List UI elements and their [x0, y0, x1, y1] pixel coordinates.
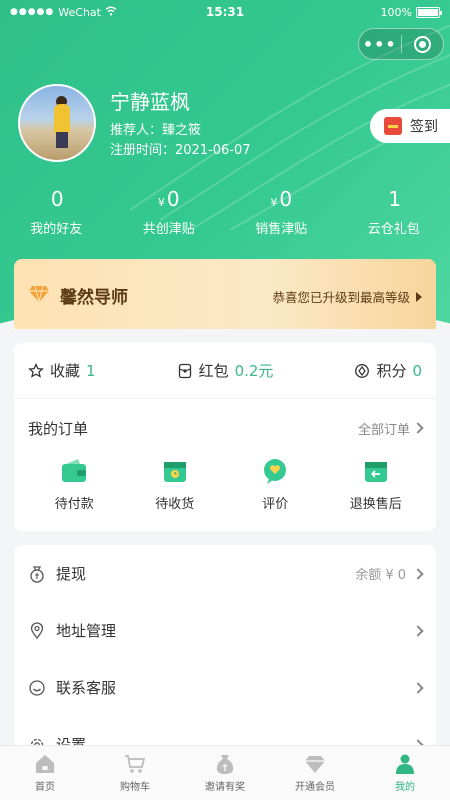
score-label: 积分	[376, 362, 407, 380]
vip-message: 恭喜您已升级到最高等级	[272, 290, 410, 305]
chevron-right-icon	[412, 624, 424, 637]
status-bar: ●●●●● WeChat 15:31 100%	[0, 0, 450, 24]
cart-icon	[125, 755, 146, 773]
bottom-tab-bar: 首页 购物车 邀请有奖 开通会员 我的	[0, 745, 450, 800]
menu-card: 提现 余额 ¥ 0 地址管理 联系客服 设置	[14, 545, 436, 765]
referrer-text: 推荐人：臻之筱	[110, 122, 202, 138]
user-name: 宁静蓝枫	[110, 89, 190, 114]
reward-bag-icon	[216, 755, 234, 774]
points-icon	[355, 363, 370, 378]
score-value: 0	[412, 361, 422, 380]
stat-value: 0	[166, 187, 180, 211]
stat-value: 0	[50, 187, 64, 211]
stat-value: 1	[388, 187, 402, 211]
chevron-right-icon	[412, 681, 424, 694]
all-orders-label: 全部订单	[357, 422, 410, 438]
menu-label: 联系客服	[56, 679, 117, 697]
chevron-right-icon	[412, 422, 424, 434]
wallet-icon	[62, 459, 87, 482]
money-bag-icon	[30, 565, 44, 583]
stat-label: 共创津贴	[142, 222, 195, 237]
favorites-value: 1	[86, 361, 96, 380]
stat-prefix: ¥	[157, 196, 165, 209]
stats-row: 0 我的好友 ¥0 共创津贴 ¥0 销售津贴 1 云仓礼包	[0, 186, 450, 237]
tab-label: 我的	[395, 782, 415, 793]
favorites-item[interactable]: 收藏 1	[28, 360, 96, 381]
redpack-label: 红包	[198, 362, 229, 380]
tab-cart[interactable]: 购物车	[90, 746, 180, 800]
redpack-icon	[178, 363, 191, 378]
chevron-right-icon	[412, 567, 424, 580]
orders-title: 我的订单	[28, 419, 89, 438]
order-pending-payment[interactable]: 待付款	[24, 457, 125, 512]
order-label: 待收货	[155, 497, 195, 512]
orders-header: 我的订单 全部订单	[14, 399, 436, 457]
vip-banner[interactable]: 馨然导师 恭喜您已升级到最高等级	[14, 259, 436, 329]
stat-prefix: ¥	[270, 196, 278, 209]
package-icon	[163, 462, 186, 482]
all-orders-link[interactable]: 全部订单	[357, 419, 424, 438]
diamond-icon	[29, 285, 49, 303]
tab-label: 开通会员	[295, 782, 335, 793]
more-options-button[interactable]: •••	[359, 35, 401, 54]
tab-label: 购物车	[120, 782, 150, 793]
miniprogram-capsule: •••	[358, 28, 444, 60]
stat-label: 云仓礼包	[367, 222, 420, 237]
user-icon	[396, 754, 414, 774]
tab-label: 首页	[35, 782, 55, 793]
menu-label: 地址管理	[56, 622, 117, 640]
stat-cloud-gift[interactable]: 1 云仓礼包	[338, 186, 450, 237]
comment-heart-icon	[264, 459, 287, 484]
order-status-row: 待付款 待收货 评价 退换售后	[14, 457, 436, 512]
assets-orders-card: 收藏 1 红包 0.2元 积分 0 我的订单 全部订单 待付款 待收货 评价 退…	[14, 343, 436, 531]
stat-friends[interactable]: 0 我的好友	[0, 186, 113, 237]
home-icon	[36, 755, 54, 773]
score-item[interactable]: 积分 0	[354, 360, 422, 381]
signin-button[interactable]: 签到	[370, 109, 450, 143]
menu-customer-service[interactable]: 联系客服	[14, 659, 436, 716]
clock: 15:31	[205, 5, 245, 19]
menu-withdraw[interactable]: 提现 余额 ¥ 0	[14, 545, 436, 602]
points-row: 收藏 1 红包 0.2元 积分 0	[14, 343, 436, 399]
target-icon	[413, 35, 431, 53]
vip-title: 馨然导师	[60, 288, 128, 308]
user-profile: 宁静蓝枫 推荐人：臻之筱 注册时间：2021-06-07	[18, 84, 251, 162]
register-time: 注册时间：2021-06-07	[110, 142, 251, 158]
tab-mine[interactable]: 我的	[360, 746, 450, 800]
order-review[interactable]: 评价	[225, 457, 326, 512]
gift-icon	[384, 117, 402, 135]
favorites-label: 收藏	[50, 362, 81, 380]
redpack-item[interactable]: 红包 0.2元	[177, 360, 274, 381]
order-label: 待付款	[54, 497, 94, 512]
stat-label: 销售津贴	[255, 222, 308, 237]
close-miniprogram-button[interactable]	[402, 35, 444, 53]
star-icon	[28, 362, 44, 378]
order-label: 退换售后	[349, 497, 402, 512]
stat-value: 0	[279, 187, 293, 211]
tab-label: 邀请有奖	[205, 782, 245, 793]
signin-label: 签到	[410, 119, 438, 135]
return-icon	[364, 462, 387, 482]
avatar[interactable]	[18, 84, 96, 162]
balance-text: 余额 ¥ 0	[355, 568, 406, 583]
location-icon	[30, 621, 44, 639]
tab-membership[interactable]: 开通会员	[270, 746, 360, 800]
diamond-icon	[305, 756, 325, 773]
stat-sales-allowance[interactable]: ¥0 销售津贴	[225, 186, 338, 237]
redpack-value: 0.2元	[234, 362, 274, 380]
tab-home[interactable]: 首页	[0, 746, 90, 800]
arrow-right-icon	[416, 291, 422, 302]
service-icon	[29, 679, 45, 696]
order-pending-receipt[interactable]: 待收货	[125, 457, 226, 512]
stat-cocreate-allowance[interactable]: ¥0 共创津贴	[113, 186, 226, 237]
menu-label: 提现	[56, 565, 87, 583]
order-label: 评价	[262, 497, 289, 512]
battery-icon	[416, 6, 442, 18]
order-after-sales[interactable]: 退换售后	[326, 457, 427, 512]
menu-address[interactable]: 地址管理	[14, 602, 436, 659]
tab-invite[interactable]: 邀请有奖	[180, 746, 270, 800]
stat-label: 我的好友	[30, 222, 83, 237]
